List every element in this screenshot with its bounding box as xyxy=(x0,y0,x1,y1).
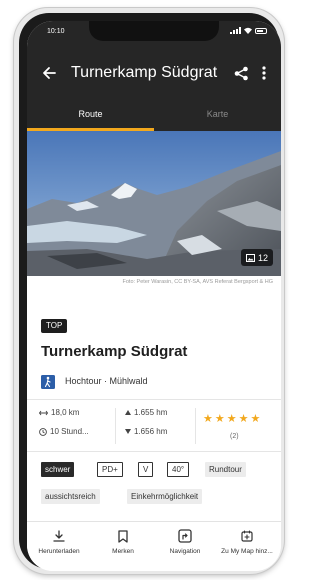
phone-bezel: 10:10 Turnerkamp Südgrat Route Karte 12 … xyxy=(19,13,281,571)
tag-refreshment: Einkehrmöglichkeit xyxy=(127,489,203,504)
ascent-icon xyxy=(125,410,131,415)
ascent-stat: 1.655 hm xyxy=(125,408,167,417)
duration-stat: 10 Stund... xyxy=(39,427,89,436)
clock-icon xyxy=(39,427,47,436)
battery-icon xyxy=(255,27,267,34)
rating-stars[interactable]: ★ ★ ★ ★ ★ xyxy=(203,414,260,425)
app-bar: Turnerkamp Südgrat xyxy=(27,45,281,101)
tag-scenic: aussichtsreich xyxy=(41,489,100,504)
duration-value: 10 Stund... xyxy=(50,427,89,436)
share-icon xyxy=(234,66,248,80)
stats-divider xyxy=(115,408,116,444)
distance-value: 18,0 km xyxy=(51,408,80,417)
more-vert-icon xyxy=(262,66,266,80)
ascent-value: 1.655 hm xyxy=(134,408,168,417)
tab-bar: Route Karte xyxy=(27,101,281,131)
status-time: 10:10 xyxy=(47,28,65,35)
share-button[interactable] xyxy=(229,61,253,85)
tour-header-photo[interactable]: 12 xyxy=(27,131,281,276)
status-bar: 10:10 xyxy=(27,21,281,45)
navigation-label: Navigation xyxy=(169,548,201,555)
tag-steepness: 40° xyxy=(167,462,190,477)
descent-value: 1.656 hm xyxy=(134,427,168,436)
navigation-button[interactable]: Navigation xyxy=(153,528,217,555)
download-button[interactable]: Herunterladen xyxy=(27,528,91,555)
star-icon: ★ xyxy=(226,413,237,425)
photo-credit: Foto: Peter Warasin, CC BY-SA, AVS Refer… xyxy=(122,279,274,285)
tag-climbing-grade: V xyxy=(138,462,154,477)
wifi-icon xyxy=(244,27,252,34)
hiking-icon xyxy=(41,375,55,389)
camera-notch xyxy=(89,21,219,41)
navigation-icon xyxy=(178,529,192,543)
descent-stat: 1.656 hm xyxy=(125,427,167,436)
bookmark-label: Merken xyxy=(112,548,134,555)
photo-count: 12 xyxy=(257,252,268,263)
more-options-button[interactable] xyxy=(255,61,273,85)
tab-karte[interactable]: Karte xyxy=(154,101,281,131)
tour-type-location: Hochtour · Mühlwald xyxy=(65,376,148,386)
tag-difficulty: schwer xyxy=(41,462,75,477)
app-screen: 10:10 Turnerkamp Südgrat Route Karte 12 … xyxy=(27,21,281,571)
star-icon: ★ xyxy=(238,413,249,425)
tour-title: Turnerkamp Südgrat xyxy=(41,343,188,360)
rating-count: (2) xyxy=(230,433,239,440)
tab-route[interactable]: Route xyxy=(27,101,154,131)
download-icon xyxy=(53,530,65,542)
top-badge: TOP xyxy=(41,319,68,333)
bookmark-icon xyxy=(118,529,128,543)
tag-round-tour: Rundtour xyxy=(205,462,246,477)
stats-divider xyxy=(195,408,196,444)
add-to-map-button[interactable]: Zu My Map hinz... xyxy=(215,528,279,555)
bookmark-button[interactable]: Merken xyxy=(91,528,155,555)
tag-grade: PD+ xyxy=(97,462,123,477)
divider xyxy=(27,451,281,452)
add-to-map-icon xyxy=(241,530,253,542)
distance-icon xyxy=(39,410,48,415)
image-icon xyxy=(245,253,255,262)
add-to-map-label: Zu My Map hinz... xyxy=(221,548,273,555)
star-icon: ★ xyxy=(214,413,225,425)
tour-stats: 18,0 km 10 Stund... 1.655 hm 1.656 hm ★ … xyxy=(27,400,281,450)
back-arrow-icon xyxy=(43,67,56,79)
status-icons xyxy=(230,27,267,34)
bottom-action-bar: Herunterladen Merken Navigation Zu My Ma… xyxy=(27,521,281,571)
back-button[interactable] xyxy=(37,61,61,85)
descent-icon xyxy=(125,429,131,434)
page-title: Turnerkamp Südgrat xyxy=(71,64,218,81)
star-icon: ★ xyxy=(203,413,213,425)
gallery-button[interactable]: 12 xyxy=(240,249,273,266)
download-label: Herunterladen xyxy=(38,548,80,555)
signal-icon xyxy=(230,27,241,34)
phone-frame: 10:10 Turnerkamp Südgrat Route Karte 12 … xyxy=(14,8,284,574)
distance-stat: 18,0 km xyxy=(39,408,79,417)
star-icon: ★ xyxy=(250,413,261,425)
